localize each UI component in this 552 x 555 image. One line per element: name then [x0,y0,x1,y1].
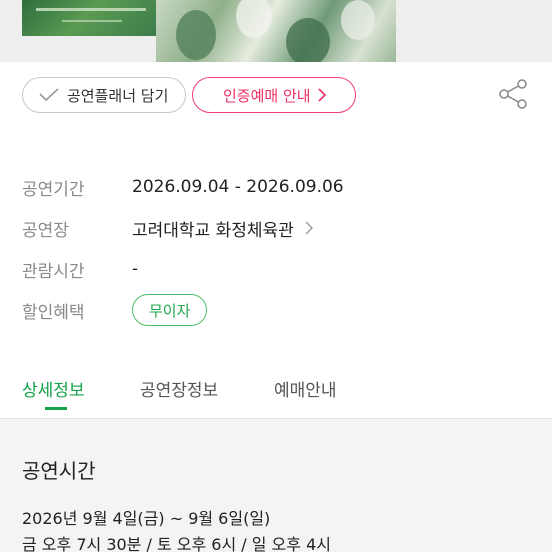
runtime-row: 관람시간 - [22,252,138,286]
venue-row[interactable]: 공연장 고려대학교 화정체육관 [22,211,314,245]
tab-detail-info[interactable]: 상세정보 [22,376,85,401]
poster-banner [0,0,552,62]
check-icon [39,88,59,102]
cert-button-label: 인증예매 안내 [223,86,311,105]
chevron-right-icon [305,221,313,235]
detail-section: 공연시간 2026년 9월 4일(금) ~ 9월 6일(일) 금 오후 7시 3… [0,419,552,554]
discount-row: 할인혜택 무이자 [22,293,208,327]
period-value: 2026.09.04 - 2026.09.06 [132,177,344,197]
venue-name[interactable]: 고려대학교 화정체육관 [132,216,294,241]
tab-venue-info[interactable]: 공연장정보 [140,376,218,401]
schedule-times: 금 오후 7시 30분 / 토 오후 6시 / 일 오후 4시 [22,535,331,554]
poster-image-left [22,0,162,36]
planner-button-label: 공연플래너 담기 [67,86,169,105]
section-title: 공연시간 [22,459,96,483]
no-interest-badge[interactable]: 무이자 [132,294,208,326]
venue-value[interactable]: 고려대학교 화정체육관 [132,216,314,241]
chevron-right-icon [318,88,326,102]
runtime-label: 관람시간 [22,261,85,282]
certified-booking-guide-button[interactable]: 인증예매 안내 [192,77,356,113]
venue-label: 공연장 [22,220,69,241]
period-label: 공연기간 [22,179,85,200]
add-to-planner-button[interactable]: 공연플래너 담기 [22,77,186,113]
period-row: 공연기간 2026.09.04 - 2026.09.06 [22,170,344,204]
runtime-value: - [132,259,139,279]
tab-booking-guide[interactable]: 예매안내 [274,376,337,401]
active-tab-indicator [45,407,67,410]
share-icon[interactable] [498,79,528,109]
detail-tabs: 상세정보 공연장정보 예매안내 [0,368,552,419]
discount-label: 할인혜택 [22,302,85,323]
poster-image-right [156,0,396,62]
schedule-dates: 2026년 9월 4일(금) ~ 9월 6일(일) [22,509,271,528]
